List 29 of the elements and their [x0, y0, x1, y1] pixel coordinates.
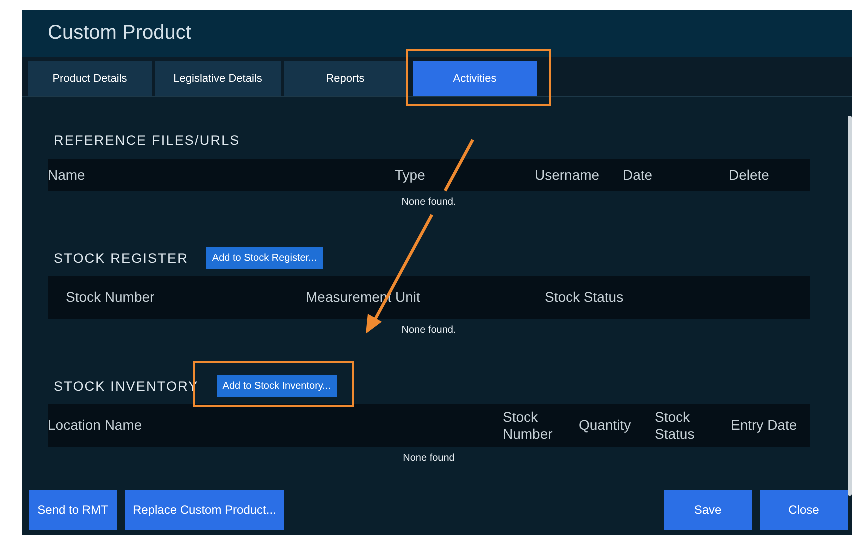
empty-message: None found. — [402, 325, 456, 336]
section-heading: STOCK REGISTER — [54, 250, 188, 266]
column-header: Stock Status — [545, 289, 625, 306]
add-button[interactable]: Add to Stock Register... — [206, 247, 323, 269]
tab[interactable]: Legislative Details — [155, 61, 281, 96]
tab[interactable]: Reports — [284, 61, 407, 96]
footer-button[interactable]: Send to RMT — [29, 490, 117, 530]
footer-button[interactable]: Save — [664, 490, 752, 530]
add-button[interactable]: Add to Stock Inventory... — [216, 375, 337, 397]
column-header: Type — [395, 166, 426, 184]
column-header: Quantity — [579, 417, 632, 434]
section-heading: REFERENCE FILES/URLS — [54, 132, 240, 148]
column-header: Date — [623, 166, 654, 184]
column-header: Stock Status — [655, 408, 696, 442]
column-header: Stock Number — [66, 289, 156, 306]
empty-message: None found. — [402, 197, 456, 208]
column-header: Delete — [729, 166, 770, 184]
tab[interactable]: Activities — [413, 61, 537, 96]
column-header: Name — [48, 166, 86, 184]
column-header: Entry Date — [731, 417, 798, 434]
footer-button[interactable]: Close — [760, 490, 848, 530]
column-header: Location Name — [48, 417, 144, 434]
column-header: Username — [535, 166, 601, 184]
column-header: Stock Number — [503, 408, 553, 442]
window-title: Custom Product — [48, 22, 192, 45]
tab[interactable]: Product Details — [28, 61, 152, 96]
footer-button[interactable]: Replace Custom Product... — [125, 490, 284, 530]
empty-message: None found — [403, 453, 455, 464]
scrollbar[interactable] — [848, 116, 852, 496]
